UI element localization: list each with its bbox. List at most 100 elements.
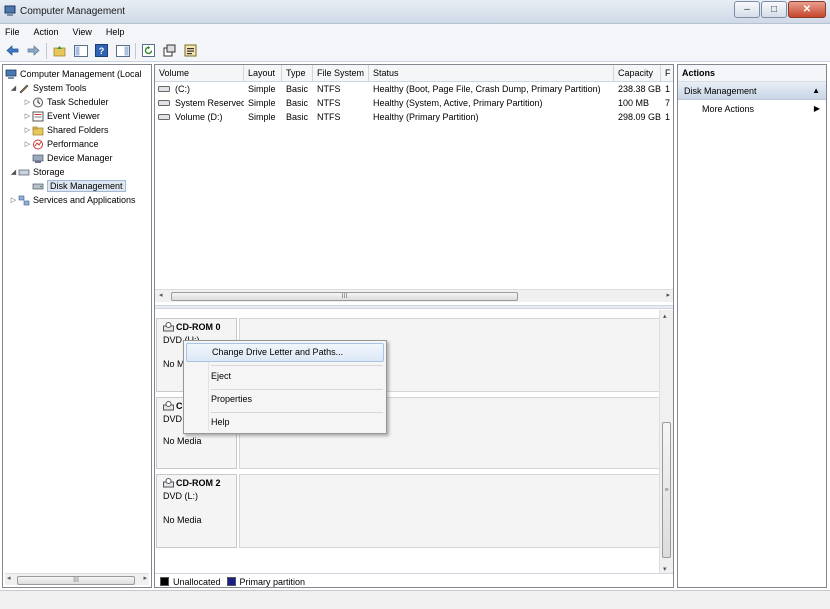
cell-volume: Volume (D:) (175, 112, 223, 122)
minimize-button[interactable]: – (734, 1, 760, 18)
tree-horizontal-scrollbar[interactable]: ◂ III ▸ (5, 573, 149, 585)
tree-item-disk-management[interactable]: Disk Management (23, 179, 126, 193)
column-header-file-system[interactable]: File System (313, 65, 369, 82)
up-button[interactable] (51, 43, 68, 59)
tree-item-label: Performance (47, 139, 99, 149)
menu-item-change-drive-letter[interactable]: Change Drive Letter and Paths... (186, 343, 384, 362)
show-hide-action-pane-icon (115, 44, 130, 57)
cell-layout: Simple (248, 84, 276, 94)
export-button[interactable] (182, 43, 199, 59)
scroll-thumb[interactable]: III (17, 576, 135, 585)
window-title: Computer Management (20, 6, 126, 17)
forward-button[interactable] (25, 43, 42, 59)
table-row[interactable]: (C:) Simple Basic NTFS Healthy (Boot, Pa… (155, 82, 673, 96)
disk-view-vertical-scrollbar[interactable]: ▴ ≡ ▾ (659, 310, 673, 575)
refresh-button[interactable] (140, 43, 157, 59)
tree-item-performance[interactable]: ▷ Performance (23, 137, 99, 151)
maximize-button[interactable]: □ (761, 1, 787, 18)
disk-partition-area[interactable] (239, 474, 661, 548)
toolbar-separator (135, 42, 136, 59)
scroll-right-icon[interactable]: ▸ (666, 291, 670, 299)
expand-icon[interactable]: ▷ (23, 112, 32, 120)
cell-type: Basic (286, 112, 309, 122)
scroll-left-icon[interactable]: ◂ (159, 291, 163, 299)
toolbar-separator (46, 42, 47, 59)
tree-item-storage[interactable]: ◢ Storage (9, 165, 65, 179)
table-row[interactable]: Volume (D:) Simple Basic NTFS Healthy (P… (155, 110, 673, 124)
collapse-up-icon[interactable]: ▲ (812, 82, 820, 100)
scroll-left-icon[interactable]: ◂ (7, 574, 11, 582)
toolbar: ? (0, 40, 830, 62)
cell-type: Basic (286, 98, 309, 108)
column-header-type[interactable]: Type (282, 65, 313, 82)
column-header-layout[interactable]: Layout (244, 65, 282, 82)
disk-label[interactable]: CD-ROM 2 DVD (L:) No Media (156, 474, 237, 548)
cdrom-icon (163, 322, 174, 332)
menu-item-help[interactable]: Help (186, 413, 384, 432)
tree-item-label: Services and Applications (33, 195, 136, 205)
disk-row-cdrom-2[interactable]: CD-ROM 2 DVD (L:) No Media (156, 474, 661, 548)
cell-layout: Simple (248, 112, 276, 122)
tree-item-shared-folders[interactable]: ▷ Shared Folders (23, 123, 109, 137)
legend-label: Unallocated (173, 576, 221, 587)
column-header-free-space[interactable]: F (661, 65, 673, 82)
menu-view[interactable]: View (73, 27, 92, 37)
expand-icon[interactable]: ▷ (23, 98, 32, 106)
section-label: Disk Management (684, 86, 757, 96)
collapse-icon[interactable]: ◢ (9, 168, 18, 176)
tree-item-system-tools[interactable]: ◢ System Tools (9, 81, 87, 95)
volume-list-horizontal-scrollbar[interactable]: ◂ III ▸ (155, 289, 673, 302)
cell-status: Healthy (System, Active, Primary Partiti… (373, 98, 543, 108)
disk-name: C (176, 401, 183, 411)
help-icon: ? (95, 44, 108, 57)
menu-help[interactable]: Help (106, 27, 125, 37)
menu-action[interactable]: Action (34, 27, 59, 37)
cell-file-system: NTFS (317, 98, 341, 108)
cell-free-space: 1 (665, 112, 671, 122)
legend-label: Primary partition (239, 576, 306, 587)
tree-item-event-viewer[interactable]: ▷ Event Viewer (23, 109, 100, 123)
column-header-status[interactable]: Status (369, 65, 614, 82)
scroll-thumb[interactable]: ≡ (662, 422, 671, 558)
actions-section-disk-management[interactable]: Disk Management ▲ (678, 82, 826, 100)
scroll-up-icon[interactable]: ▴ (663, 312, 667, 320)
disk-media: No Media (163, 515, 202, 525)
storage-icon (18, 169, 30, 175)
device-manager-icon (32, 154, 44, 163)
show-hide-tree-button[interactable] (72, 43, 89, 59)
tree-item-label: Disk Management (47, 180, 126, 192)
scroll-thumb[interactable]: III (171, 292, 518, 301)
collapse-icon[interactable]: ◢ (9, 84, 18, 92)
properties-button[interactable] (161, 43, 178, 59)
cell-free-space: 7 (665, 98, 671, 108)
show-hide-action-pane-button[interactable] (114, 43, 131, 59)
menu-file[interactable]: File (5, 27, 20, 37)
cell-capacity: 298.09 GB (618, 112, 661, 122)
cell-type: Basic (286, 84, 309, 94)
shared-folder-icon (32, 126, 44, 135)
pane-splitter[interactable] (155, 305, 673, 309)
cell-status: Healthy (Boot, Page File, Crash Dump, Pr… (373, 84, 601, 94)
disk-name: CD-ROM 2 (176, 478, 221, 488)
menu-item-eject[interactable]: Eject (186, 367, 384, 386)
tree-item-services-and-applications[interactable]: ▷ Services and Applications (9, 193, 136, 207)
table-row[interactable]: System Reserved Simple Basic NTFS Health… (155, 96, 673, 110)
scroll-down-icon[interactable]: ▾ (663, 565, 667, 573)
expand-icon[interactable]: ▷ (23, 140, 32, 148)
close-button[interactable]: ✕ (788, 1, 826, 18)
scroll-right-icon[interactable]: ▸ (143, 574, 147, 582)
action-label: More Actions (702, 104, 755, 114)
expand-icon[interactable]: ▷ (23, 126, 32, 134)
help-button[interactable]: ? (93, 43, 110, 59)
more-actions-item[interactable]: More Actions ▶ (678, 100, 826, 118)
tree-item-task-scheduler[interactable]: ▷ Task Scheduler (23, 95, 109, 109)
expand-icon[interactable]: ▷ (9, 196, 18, 204)
tree-item-root[interactable]: Computer Management (Local (5, 67, 142, 81)
tree-item-device-manager[interactable]: Device Manager (23, 151, 113, 165)
menu-item-properties[interactable]: Properties (186, 390, 384, 409)
disk-type: DVD (L:) (163, 491, 199, 501)
column-header-capacity[interactable]: Capacity (614, 65, 661, 82)
back-button[interactable] (4, 43, 21, 59)
computer-management-icon (5, 69, 17, 79)
column-header-volume[interactable]: Volume (155, 65, 244, 82)
